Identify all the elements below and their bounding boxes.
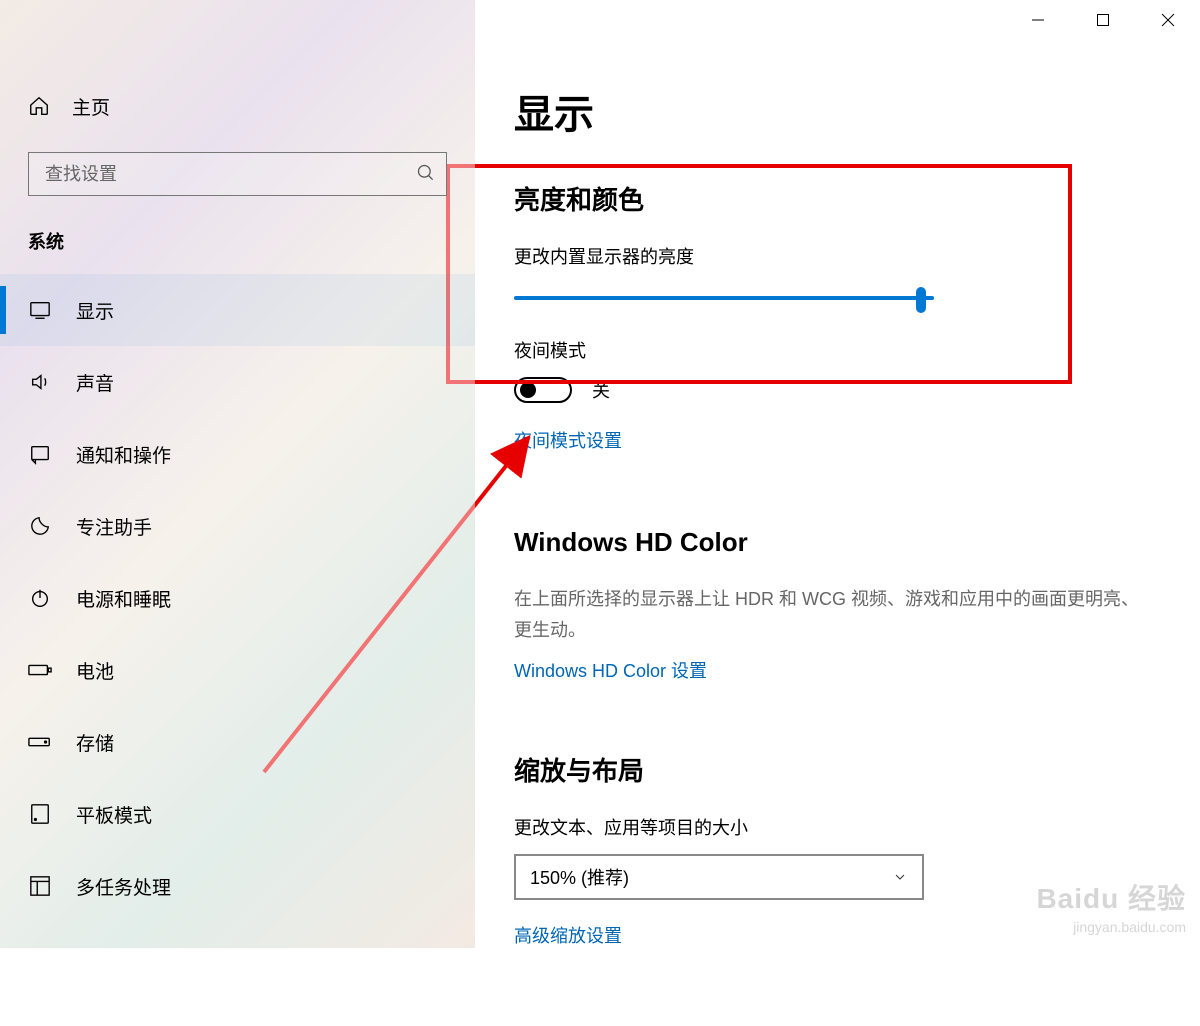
watermark-url: jingyan.baidu.com	[1036, 918, 1186, 938]
notifications-icon	[28, 443, 52, 465]
sidebar-item-label: 显示	[76, 297, 114, 324]
brightness-label: 更改内置显示器的亮度	[514, 243, 1170, 269]
sidebar-category: 系统	[0, 228, 475, 254]
search-input[interactable]	[29, 164, 446, 185]
sidebar-item-display[interactable]: 显示	[0, 274, 475, 346]
battery-icon	[28, 659, 52, 681]
scale-value: 150% (推荐)	[530, 864, 629, 890]
main-content: 显示 亮度和颜色 更改内置显示器的亮度 夜间模式 关 夜间模式设置 Window…	[480, 0, 1200, 948]
sidebar-item-multitask[interactable]: 多任务处理	[0, 850, 475, 922]
multitask-icon	[28, 875, 52, 897]
sidebar-item-power[interactable]: 电源和睡眠	[0, 562, 475, 634]
hdcolor-settings-link[interactable]: Windows HD Color 设置	[514, 657, 707, 683]
sound-icon	[28, 371, 52, 393]
section-brightness: 亮度和颜色	[514, 180, 1170, 217]
sidebar-item-battery[interactable]: 电池	[0, 634, 475, 706]
night-mode-settings-link[interactable]: 夜间模式设置	[514, 427, 622, 453]
sidebar-home-label: 主页	[72, 93, 110, 120]
sidebar-item-home[interactable]: 主页	[0, 78, 475, 134]
sidebar-item-label: 平板模式	[76, 801, 152, 828]
watermark: Baidu 经验 jingyan.baidu.com	[1036, 879, 1186, 938]
night-mode-label: 夜间模式	[514, 337, 1170, 363]
slider-thumb[interactable]	[916, 287, 926, 313]
sidebar-item-focus[interactable]: 专注助手	[0, 490, 475, 562]
sidebar-item-label: 声音	[76, 369, 114, 396]
sidebar-item-storage[interactable]: 存储	[0, 706, 475, 778]
chevron-down-icon	[892, 869, 908, 885]
storage-icon	[28, 731, 52, 753]
section-hdcolor: Windows HD Color	[514, 527, 1170, 558]
advanced-scale-link[interactable]: 高级缩放设置	[514, 922, 622, 948]
watermark-brand: Baidu 经验	[1036, 879, 1186, 918]
scale-label: 更改文本、应用等项目的大小	[514, 814, 1170, 840]
hdcolor-description: 在上面所选择的显示器上让 HDR 和 WCG 视频、游戏和应用中的画面更明亮、更…	[514, 584, 1154, 645]
search-icon	[416, 163, 436, 183]
night-mode-toggle[interactable]	[514, 377, 572, 403]
page-title: 显示	[514, 82, 1170, 140]
scale-dropdown[interactable]: 150% (推荐)	[514, 854, 924, 900]
section-scale: 缩放与布局	[514, 751, 1170, 788]
sidebar-item-label: 存储	[76, 729, 114, 756]
sidebar-item-label: 通知和操作	[76, 441, 171, 468]
power-icon	[28, 587, 52, 609]
search-box[interactable]	[28, 152, 447, 196]
display-icon	[28, 299, 52, 321]
home-icon	[28, 95, 50, 117]
sidebar-item-label: 电源和睡眠	[76, 585, 171, 612]
sidebar-item-label: 电池	[76, 657, 114, 684]
sidebar-item-notifications[interactable]: 通知和操作	[0, 418, 475, 490]
brightness-slider[interactable]	[514, 283, 934, 313]
slider-track	[514, 296, 934, 300]
sidebar-item-label: 专注助手	[76, 513, 152, 540]
tablet-icon	[28, 803, 52, 825]
sidebar-item-sound[interactable]: 声音	[0, 346, 475, 418]
sidebar-item-tablet[interactable]: 平板模式	[0, 778, 475, 850]
night-mode-state: 关	[592, 377, 610, 403]
sidebar: 主页 系统 显示 声音 通知和操作 专注助手 电源和睡眠 电池	[0, 0, 475, 948]
focus-icon	[28, 515, 52, 537]
sidebar-item-label: 多任务处理	[76, 873, 171, 900]
toggle-knob	[520, 382, 536, 398]
